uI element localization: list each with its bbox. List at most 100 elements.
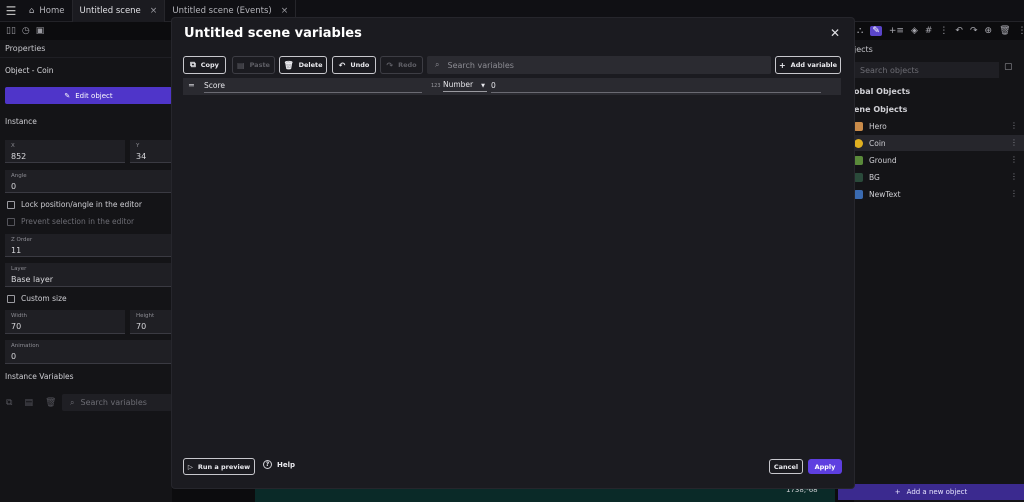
object-item-bg[interactable]: BG ⋮: [854, 169, 1024, 185]
paste-icon[interactable]: ▤: [24, 398, 33, 408]
more-icon[interactable]: ⋮: [1010, 189, 1018, 198]
objects-search-input[interactable]: Search objects: [854, 62, 999, 78]
panel-title: Properties: [0, 40, 172, 58]
checkbox-icon: [7, 294, 15, 303]
variables-search-input[interactable]: ⌕ Search variables: [427, 56, 771, 74]
zoom-icon[interactable]: ⊕: [985, 26, 993, 36]
object-name: Coin: [869, 138, 886, 148]
redo-button[interactable]: ↷ Redo: [380, 56, 423, 74]
save-icon[interactable]: ▣: [36, 26, 45, 36]
checkbox-label: Prevent selection in the editor: [21, 217, 135, 226]
scene-canvas-strip: [255, 486, 835, 502]
hero-icon: [854, 121, 863, 131]
history-icon[interactable]: ◷: [22, 26, 30, 36]
undo-icon: ↶: [338, 60, 346, 70]
button-label: Run a preview: [197, 462, 251, 471]
coin-icon: [854, 138, 863, 148]
add-variable-button[interactable]: + Add variable: [775, 56, 841, 74]
object-name: BG: [869, 172, 880, 182]
width-field[interactable]: Width 70: [5, 310, 125, 334]
help-icon: ?: [263, 460, 272, 469]
more-icon[interactable]: ⋮: [1010, 138, 1018, 147]
edit-icon[interactable]: ✎: [870, 26, 882, 36]
pencil-icon: ✎: [64, 91, 71, 100]
tab-home[interactable]: ⌂ Home: [22, 0, 73, 22]
object-item-hero[interactable]: Hero ⋮: [854, 118, 1024, 134]
object-item-coin[interactable]: Coin ⋮: [854, 135, 1024, 151]
left-toolbar: ▯▯ ◷ ▣: [0, 22, 180, 40]
checkbox-icon: [7, 200, 15, 209]
search-icon: ⌕: [70, 397, 75, 407]
prevent-selection-checkbox[interactable]: Prevent selection in the editor: [7, 217, 134, 226]
drag-handle-icon[interactable]: ═: [189, 81, 194, 90]
more-icon[interactable]: ⋮: [1010, 172, 1018, 181]
instance-heading: Instance: [5, 117, 37, 126]
panel-icon[interactable]: ▯▯: [6, 26, 16, 36]
close-icon[interactable]: ×: [150, 6, 158, 16]
instance-variables-search[interactable]: ⌕ Search variables: [62, 394, 172, 411]
copy-icon[interactable]: ⧉: [6, 398, 12, 408]
dialog-title: Untitled scene variables: [184, 26, 362, 41]
more-icon[interactable]: ⋮: [1010, 121, 1018, 130]
z-order-field[interactable]: Z Order 11: [5, 234, 172, 257]
object-item-ground[interactable]: Ground ⋮: [854, 152, 1024, 168]
object-item-newtext[interactable]: NewText ⋮: [854, 186, 1024, 202]
paste-button[interactable]: ▤ Paste: [232, 56, 275, 74]
variable-value-input[interactable]: 0: [491, 81, 821, 93]
copy-icon: ⧉: [190, 60, 196, 69]
cancel-button[interactable]: Cancel: [769, 459, 803, 474]
edit-object-button[interactable]: ✎ Edit object: [5, 87, 172, 104]
custom-size-checkbox[interactable]: Custom size: [7, 294, 67, 303]
field-label: Animation: [11, 343, 40, 349]
help-button[interactable]: ? Help: [263, 460, 295, 469]
number-type-icon: 123: [431, 83, 441, 89]
delete-button[interactable]: 🗑 Delete: [279, 56, 327, 74]
tab-label: Home: [39, 5, 65, 16]
animation-field[interactable]: Animation 0: [5, 340, 172, 364]
global-objects-group[interactable]: obal Objects: [854, 87, 910, 96]
lock-position-checkbox[interactable]: Lock position/angle in the editor: [7, 200, 142, 209]
close-icon[interactable]: ×: [281, 6, 289, 16]
copy-button[interactable]: ⧉ Copy: [183, 56, 226, 74]
layers-icon[interactable]: ◈: [911, 26, 918, 36]
undo-icon[interactable]: ↶: [955, 26, 963, 36]
menu-icon[interactable]: ☰: [0, 0, 22, 22]
apply-button[interactable]: Apply: [808, 459, 842, 474]
play-icon: ▷: [187, 462, 193, 471]
tab-untitled-scene[interactable]: Untitled scene ×: [72, 0, 166, 22]
field-label: Height: [136, 313, 155, 319]
delete-icon[interactable]: 🗑: [45, 398, 56, 408]
close-icon[interactable]: ✕: [830, 26, 840, 40]
search-placeholder: Search variables: [80, 398, 147, 407]
field-value: 11: [11, 246, 22, 255]
variable-type-select[interactable]: Number ▼: [443, 80, 487, 92]
home-icon: ⌂: [29, 5, 35, 16]
filter-icon[interactable]: ▢: [1004, 62, 1018, 78]
button-label: Add variable: [790, 61, 838, 69]
run-preview-button[interactable]: ▷ Run a preview: [183, 458, 255, 475]
variable-name-input[interactable]: Score: [204, 81, 422, 93]
add-list-icon[interactable]: +≡: [889, 26, 904, 36]
more-icon[interactable]: ⋮: [1010, 155, 1018, 164]
scene-toolbar: ⛬ ✎ +≡ ◈ # ⋮ ↶ ↷ ⊕ 🗑 ⋮: [854, 22, 1024, 40]
type-value: Number: [443, 80, 474, 89]
height-field[interactable]: Height 70: [130, 310, 172, 334]
undo-button[interactable]: ↶ Undo: [332, 56, 376, 74]
menu-dots-icon[interactable]: ⋮: [939, 26, 948, 36]
trash-icon[interactable]: 🗑: [999, 26, 1010, 36]
y-field[interactable]: Y 34: [130, 140, 172, 163]
x-field[interactable]: X 852: [5, 140, 125, 163]
add-new-object-button[interactable]: + Add a new object: [838, 484, 1024, 500]
plus-icon: +: [894, 488, 901, 496]
redo-icon[interactable]: ↷: [970, 26, 978, 36]
tab-label: Untitled scene: [79, 5, 141, 16]
search-placeholder: Search objects: [860, 65, 919, 75]
scene-objects-group[interactable]: ene Objects: [854, 105, 907, 114]
grid-icon[interactable]: #: [925, 26, 933, 36]
layer-field[interactable]: Layer Base layer: [5, 263, 172, 287]
objects-icon[interactable]: ⛬: [857, 26, 863, 36]
more-icon[interactable]: ⋮: [1018, 26, 1024, 36]
chevron-down-icon: ▼: [481, 83, 485, 89]
redo-icon: ↷: [386, 60, 394, 70]
angle-field[interactable]: Angle 0: [5, 170, 172, 193]
